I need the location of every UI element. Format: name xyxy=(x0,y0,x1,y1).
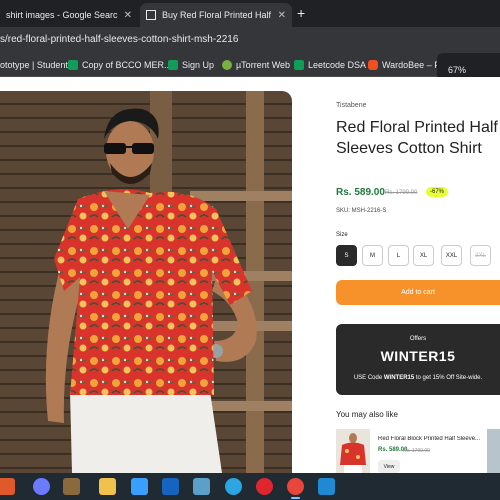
offer-desc-suffix: to get 15% Off Site-wide. xyxy=(414,375,483,381)
url-text[interactable]: s/red-floral-printed-half-sleeves-cotton… xyxy=(0,34,238,45)
view-product-button[interactable]: View xyxy=(378,460,400,473)
product-page: Tistabene Red Floral Printed Half Sleeve… xyxy=(0,77,500,473)
new-tab-button[interactable]: + xyxy=(297,5,305,21)
recommended-product-image-partial[interactable] xyxy=(487,429,500,473)
bookmark-label: ototype | Student xyxy=(0,60,68,70)
bookmark-item[interactable]: Leetcode DSA xyxy=(294,60,366,70)
recommended-photo-illustration xyxy=(336,429,370,473)
figma-icon xyxy=(368,60,378,70)
sale-price: Rs. 589.00 xyxy=(336,187,385,198)
bookmark-label: Copy of BCCO MER... xyxy=(82,60,172,70)
tab-title: Buy Red Floral Printed Half Slee xyxy=(162,10,272,20)
file-explorer-icon[interactable] xyxy=(99,478,116,495)
vscode-icon[interactable] xyxy=(318,478,335,495)
product-image[interactable] xyxy=(0,91,292,473)
opera-icon[interactable] xyxy=(256,478,273,495)
offers-label: Offers xyxy=(409,336,427,342)
product-title: Red Floral Printed Half Sleeves Cotton S… xyxy=(336,119,498,157)
outlook-icon[interactable] xyxy=(162,478,179,495)
recommended-product-old-price: Rs. 1799.00 xyxy=(403,448,430,454)
size-option-xxl[interactable]: XXL xyxy=(441,245,462,266)
bookmark-item[interactable]: Copy of BCCO MER... xyxy=(68,60,172,70)
size-option-m[interactable]: M xyxy=(362,245,383,266)
size-option-xl[interactable]: XL xyxy=(413,245,434,266)
close-tab-icon[interactable]: ✕ xyxy=(278,10,286,21)
start-icon[interactable] xyxy=(0,478,15,495)
discount-badge: -67% xyxy=(426,187,449,197)
bookmark-label: µTorrent Web xyxy=(236,60,291,70)
product-photo-illustration xyxy=(0,91,292,473)
close-tab-icon[interactable]: ✕ xyxy=(124,10,132,21)
size-label: Size xyxy=(336,232,348,238)
size-option-l[interactable]: L xyxy=(388,245,409,266)
address-bar[interactable]: s/red-floral-printed-half-sleeves-cotton… xyxy=(0,27,500,53)
tab-title: shirt images - Google Search xyxy=(6,10,118,20)
offer-desc-prefix: USE Code xyxy=(353,375,384,381)
zoom-level: 67% xyxy=(448,65,467,75)
browser-tab-bar: shirt images - Google Search ✕ Buy Red F… xyxy=(0,0,500,27)
tab-product-page[interactable]: Buy Red Floral Printed Half Slee ✕ xyxy=(140,3,292,27)
tab-google-search[interactable]: shirt images - Google Search ✕ xyxy=(0,3,138,27)
telegram-icon[interactable] xyxy=(225,478,242,495)
bookmark-item[interactable]: Sign Up xyxy=(168,60,214,70)
bookmark-label: Sign Up xyxy=(182,60,215,70)
utorrent-icon xyxy=(222,60,232,70)
original-price: Rs. 1799.00 xyxy=(385,190,418,196)
page-favicon-icon xyxy=(146,10,156,20)
sheets-icon xyxy=(68,60,78,70)
store-icon[interactable] xyxy=(131,478,148,495)
notepad-icon[interactable] xyxy=(193,478,210,495)
recommendations-heading: You may also like xyxy=(336,410,398,419)
bookmarks-bar: ototype | Student Copy of BCCO MER... Si… xyxy=(0,53,500,77)
chrome-icon[interactable] xyxy=(287,478,304,499)
size-option-3xl[interactable]: 3XL xyxy=(470,245,491,266)
recommended-product-name[interactable]: Red Floral Block Printed Half Sleeve... xyxy=(378,436,484,442)
offer-desc-code: WINTER15 xyxy=(383,375,415,381)
add-to-cart-button[interactable]: Add to cart xyxy=(336,280,500,305)
brand-name: Tistabene xyxy=(336,102,367,109)
bookmark-item[interactable]: µTorrent Web xyxy=(222,60,290,70)
offer-description: USE Code WINTER15 to get 15% Off Site-wi… xyxy=(336,375,500,381)
sheets-icon xyxy=(294,60,304,70)
sheets-icon xyxy=(168,60,178,70)
gallery-icon[interactable] xyxy=(63,478,80,495)
bookmark-item[interactable]: ototype | Student xyxy=(0,60,68,70)
size-option-s[interactable]: S xyxy=(336,245,357,266)
windows-taskbar xyxy=(0,473,500,500)
offers-panel: Offers WINTER15 USE Code WINTER15 to get… xyxy=(336,324,500,395)
bookmark-label: Leetcode DSA xyxy=(308,60,367,70)
copilot-icon[interactable] xyxy=(33,478,50,495)
offer-code: WINTER15 xyxy=(380,348,456,364)
product-sku: SKU: MSH-2216-S xyxy=(336,208,387,214)
recommended-product-image[interactable] xyxy=(336,429,370,473)
